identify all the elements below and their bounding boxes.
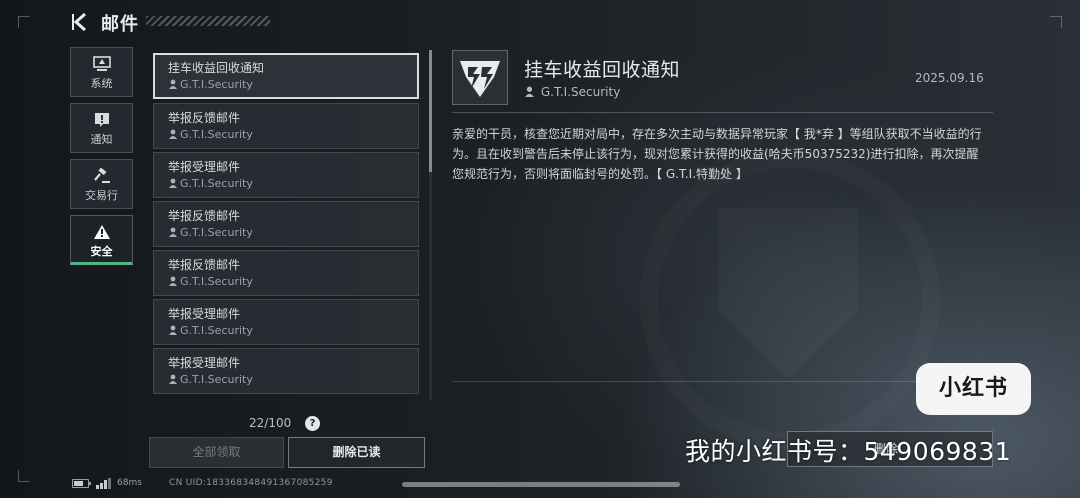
mail-detail-sender: G.T.I.Security bbox=[524, 85, 620, 99]
frame-corner bbox=[18, 16, 30, 28]
category-label: 交易行 bbox=[85, 189, 118, 202]
mail-subject: 举报反馈邮件 bbox=[168, 111, 241, 125]
mail-item[interactable]: 举报反馈邮件 G.T.I.Security bbox=[153, 201, 419, 247]
background-emblem bbox=[640, 150, 940, 450]
mail-item[interactable]: 举报反馈邮件 G.T.I.Security bbox=[153, 250, 419, 296]
frame-corner bbox=[18, 470, 30, 482]
delete-read-button[interactable]: 删除已读 bbox=[288, 437, 425, 468]
mail-subject: 举报反馈邮件 bbox=[168, 209, 241, 223]
sender-logo bbox=[452, 50, 508, 105]
alert-box-icon bbox=[94, 113, 109, 127]
person-icon bbox=[169, 276, 177, 286]
xiaohongshu-logo: 小红书 bbox=[916, 363, 1031, 415]
player-uid: CN UID:1833683484913670852​59 bbox=[169, 478, 333, 488]
title-decoration bbox=[146, 16, 270, 26]
mail-sender-name: G.T.I.Security bbox=[180, 226, 253, 239]
mail-detail-date: 2025.09.16 bbox=[915, 71, 984, 85]
mail-sender-name: G.T.I.Security bbox=[180, 128, 253, 141]
back-arrow-icon bbox=[72, 12, 86, 32]
mail-detail-sender-name: G.T.I.Security bbox=[540, 85, 621, 99]
person-icon bbox=[169, 374, 177, 384]
mail-item[interactable]: 举报反馈邮件 G.T.I.Security bbox=[153, 103, 419, 149]
ping-readout: 68ms bbox=[117, 478, 142, 488]
divider bbox=[452, 381, 993, 382]
signal-icon bbox=[96, 478, 112, 489]
mail-detail-body: 亲爱的干员，核查您近期对局中，存在多次主动与数据异常玩家【 我*弃 】等组队获取… bbox=[452, 127, 982, 181]
gti-security-logo-icon bbox=[460, 61, 500, 97]
mail-list: 挂车收益回收通知 G.T.I.Security 举报反馈邮件 G.T.I.Sec… bbox=[153, 52, 419, 402]
mail-subject: 举报反馈邮件 bbox=[168, 258, 241, 272]
warning-triangle-icon bbox=[93, 225, 110, 239]
person-icon bbox=[169, 227, 177, 237]
frame-corner bbox=[1050, 16, 1062, 28]
person-icon bbox=[525, 86, 534, 97]
watermark-text: 我的小红书号：549069831 bbox=[685, 437, 1012, 466]
monitor-icon bbox=[92, 56, 111, 71]
mail-sender-name: G.T.I.Security bbox=[180, 78, 253, 91]
claim-all-button[interactable]: 全部领取 bbox=[149, 437, 284, 468]
mail-item[interactable]: 挂车收益回收通知 G.T.I.Security bbox=[153, 53, 419, 99]
mail-sender-name: G.T.I.Security bbox=[180, 324, 253, 337]
category-label: 系统 bbox=[90, 77, 113, 90]
category-label: 通知 bbox=[90, 133, 113, 146]
mail-item[interactable]: 举报受理邮件 G.T.I.Security bbox=[153, 299, 419, 345]
page-title: 邮件 bbox=[101, 14, 139, 35]
mail-subject: 举报受理邮件 bbox=[168, 356, 241, 370]
mail-sender: G.T.I.Security bbox=[168, 176, 418, 191]
mail-sender-name: G.T.I.Security bbox=[180, 373, 253, 386]
mail-detail-title: 挂车收益回收通知 bbox=[524, 59, 681, 81]
mail-subject: 挂车收益回收通知 bbox=[168, 61, 265, 75]
back-button[interactable] bbox=[70, 11, 92, 33]
mail-item[interactable]: 举报受理邮件 G.T.I.Security bbox=[153, 152, 419, 198]
mail-count: 22/100 bbox=[249, 416, 292, 430]
person-icon bbox=[169, 325, 177, 335]
battery-icon bbox=[72, 479, 91, 488]
help-button[interactable]: ? bbox=[305, 416, 320, 431]
mail-sender-name: G.T.I.Security bbox=[180, 275, 253, 288]
mail-sender: G.T.I.Security bbox=[168, 127, 418, 142]
mail-sender: G.T.I.Security bbox=[168, 77, 417, 92]
mail-sender-name: G.T.I.Security bbox=[180, 177, 253, 190]
gavel-icon bbox=[93, 168, 110, 183]
category-tab-trade[interactable]: 交易行 bbox=[70, 159, 133, 209]
home-indicator[interactable] bbox=[402, 482, 680, 487]
person-icon bbox=[169, 79, 177, 89]
person-icon bbox=[169, 129, 177, 139]
mail-subject: 举报受理邮件 bbox=[168, 307, 241, 321]
person-icon bbox=[169, 178, 177, 188]
category-tab-notice[interactable]: 通知 bbox=[70, 103, 133, 153]
mail-subject: 举报受理邮件 bbox=[168, 160, 241, 174]
mail-list-scrollbar[interactable] bbox=[429, 50, 432, 172]
category-label: 安全 bbox=[90, 245, 113, 258]
divider bbox=[452, 112, 993, 113]
mail-sender: G.T.I.Security bbox=[168, 323, 418, 338]
mail-sender: G.T.I.Security bbox=[168, 372, 418, 387]
mail-sender: G.T.I.Security bbox=[168, 274, 418, 289]
mail-item[interactable]: 举报受理邮件 G.T.I.Security bbox=[153, 348, 419, 394]
category-tab-system[interactable]: 系统 bbox=[70, 47, 133, 97]
category-tab-security[interactable]: 安全 bbox=[70, 215, 133, 265]
mail-sender: G.T.I.Security bbox=[168, 225, 418, 240]
